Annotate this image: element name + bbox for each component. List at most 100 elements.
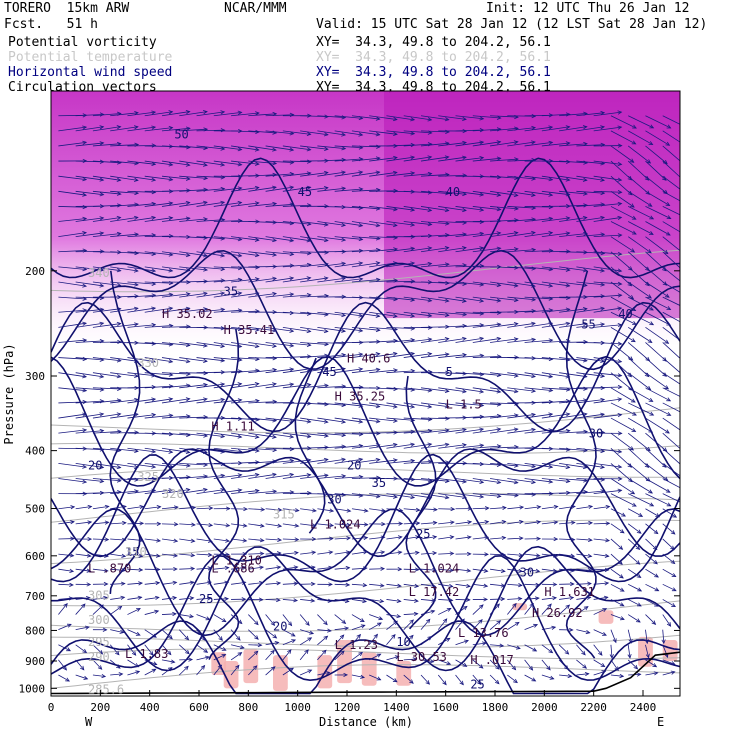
theta-label: 325 [137,470,159,484]
vector [645,538,658,550]
y-tick-label: 700 [25,590,45,603]
vector [420,636,432,646]
vector [438,608,451,615]
vector [593,659,605,667]
vector [627,614,641,623]
theta-label: 310 [125,545,147,559]
x-tick-label: 1400 [383,701,410,714]
cross-section-plot: 2025303540455055302520151053540453025203… [2,90,688,729]
y-tick-label: 1000 [19,682,46,695]
wind-speed-label: 45 [298,185,312,199]
wind-speed-label: 20 [273,619,287,633]
vector [144,629,157,638]
vector-head [679,163,680,164]
vector [438,637,450,646]
vector-head [682,385,686,388]
vector [524,583,540,586]
x-tick-label: 2400 [630,701,657,714]
extrema-label: H 1.631 [544,585,595,599]
vector [75,644,87,653]
x-tick-label: 1600 [432,701,459,714]
vector [627,463,651,482]
vector [472,507,489,510]
extrema-label: H 35.25 [335,390,386,404]
vector-head [682,143,686,146]
wind-speed-label: 35 [372,476,386,490]
vector [178,629,189,640]
extrema-label: L 1.23 [335,638,378,652]
vector [576,659,587,669]
vector [403,613,418,615]
vector-head [684,413,688,416]
vector [420,619,431,630]
theta-label: 315 [273,508,295,522]
vector [472,604,484,615]
vector [179,568,195,570]
theta-label: 285.6 [88,682,124,696]
vector-head [683,233,687,236]
vector [559,538,575,541]
theta-label: 330 [137,356,159,370]
vector [299,614,310,626]
extrema-label: L .686 [211,562,254,576]
extrema-label: H 35.41 [224,323,275,337]
extrema-label: H 26.92 [532,606,583,620]
vector [627,447,649,468]
vector [161,613,176,615]
vector [507,674,518,683]
vector [628,599,642,607]
vector [317,614,328,625]
vector [593,644,603,656]
vector-head [681,341,685,345]
wind-speed-label: 25 [416,527,430,541]
vector [334,583,350,586]
vector [610,583,625,592]
vector [317,635,328,646]
vector-head [684,306,688,309]
vector [299,649,309,661]
vector [213,598,229,600]
vector [179,523,196,526]
vector [593,522,610,525]
wind-speed-label: 45 [322,365,336,379]
vector [558,644,569,655]
wind-speed-label: 55 [581,318,595,332]
vector [438,552,454,555]
vector-head [683,202,687,205]
vector-head [682,476,686,480]
x-tick-label: 0 [48,701,55,714]
vector [627,553,640,565]
vector [662,357,680,374]
vector [610,568,624,579]
vector [628,508,643,517]
y-tick-label: 800 [25,624,45,637]
vector [92,538,109,541]
vector [610,523,625,534]
vector [558,659,569,670]
wind-speed-label: 30 [589,426,603,440]
endpoint-west: W [85,715,93,729]
vector [144,668,156,676]
vector [282,583,298,585]
vector [403,522,420,525]
vector [75,659,85,671]
wind-speed-label: 40 [618,307,632,321]
x-tick-label: 400 [140,701,160,714]
extrema-label: L 1.024 [310,517,361,531]
x-tick-label: 1800 [482,701,509,714]
vector [662,538,675,550]
x-axis-title: Distance (km) [319,715,413,729]
pv-fill-low-11 [598,610,614,624]
wind-speed-label: 20 [88,458,102,472]
x-tick-label: 600 [189,701,209,714]
x-tick-label: 2000 [531,701,558,714]
wind-speed-label: 5 [446,365,453,379]
vector-head [684,397,688,400]
vector [627,523,642,534]
y-tick-label: 200 [25,265,45,278]
vector [593,398,622,404]
vector-head [683,293,687,296]
vector [645,568,659,578]
vector [161,523,178,525]
vector [645,447,667,468]
